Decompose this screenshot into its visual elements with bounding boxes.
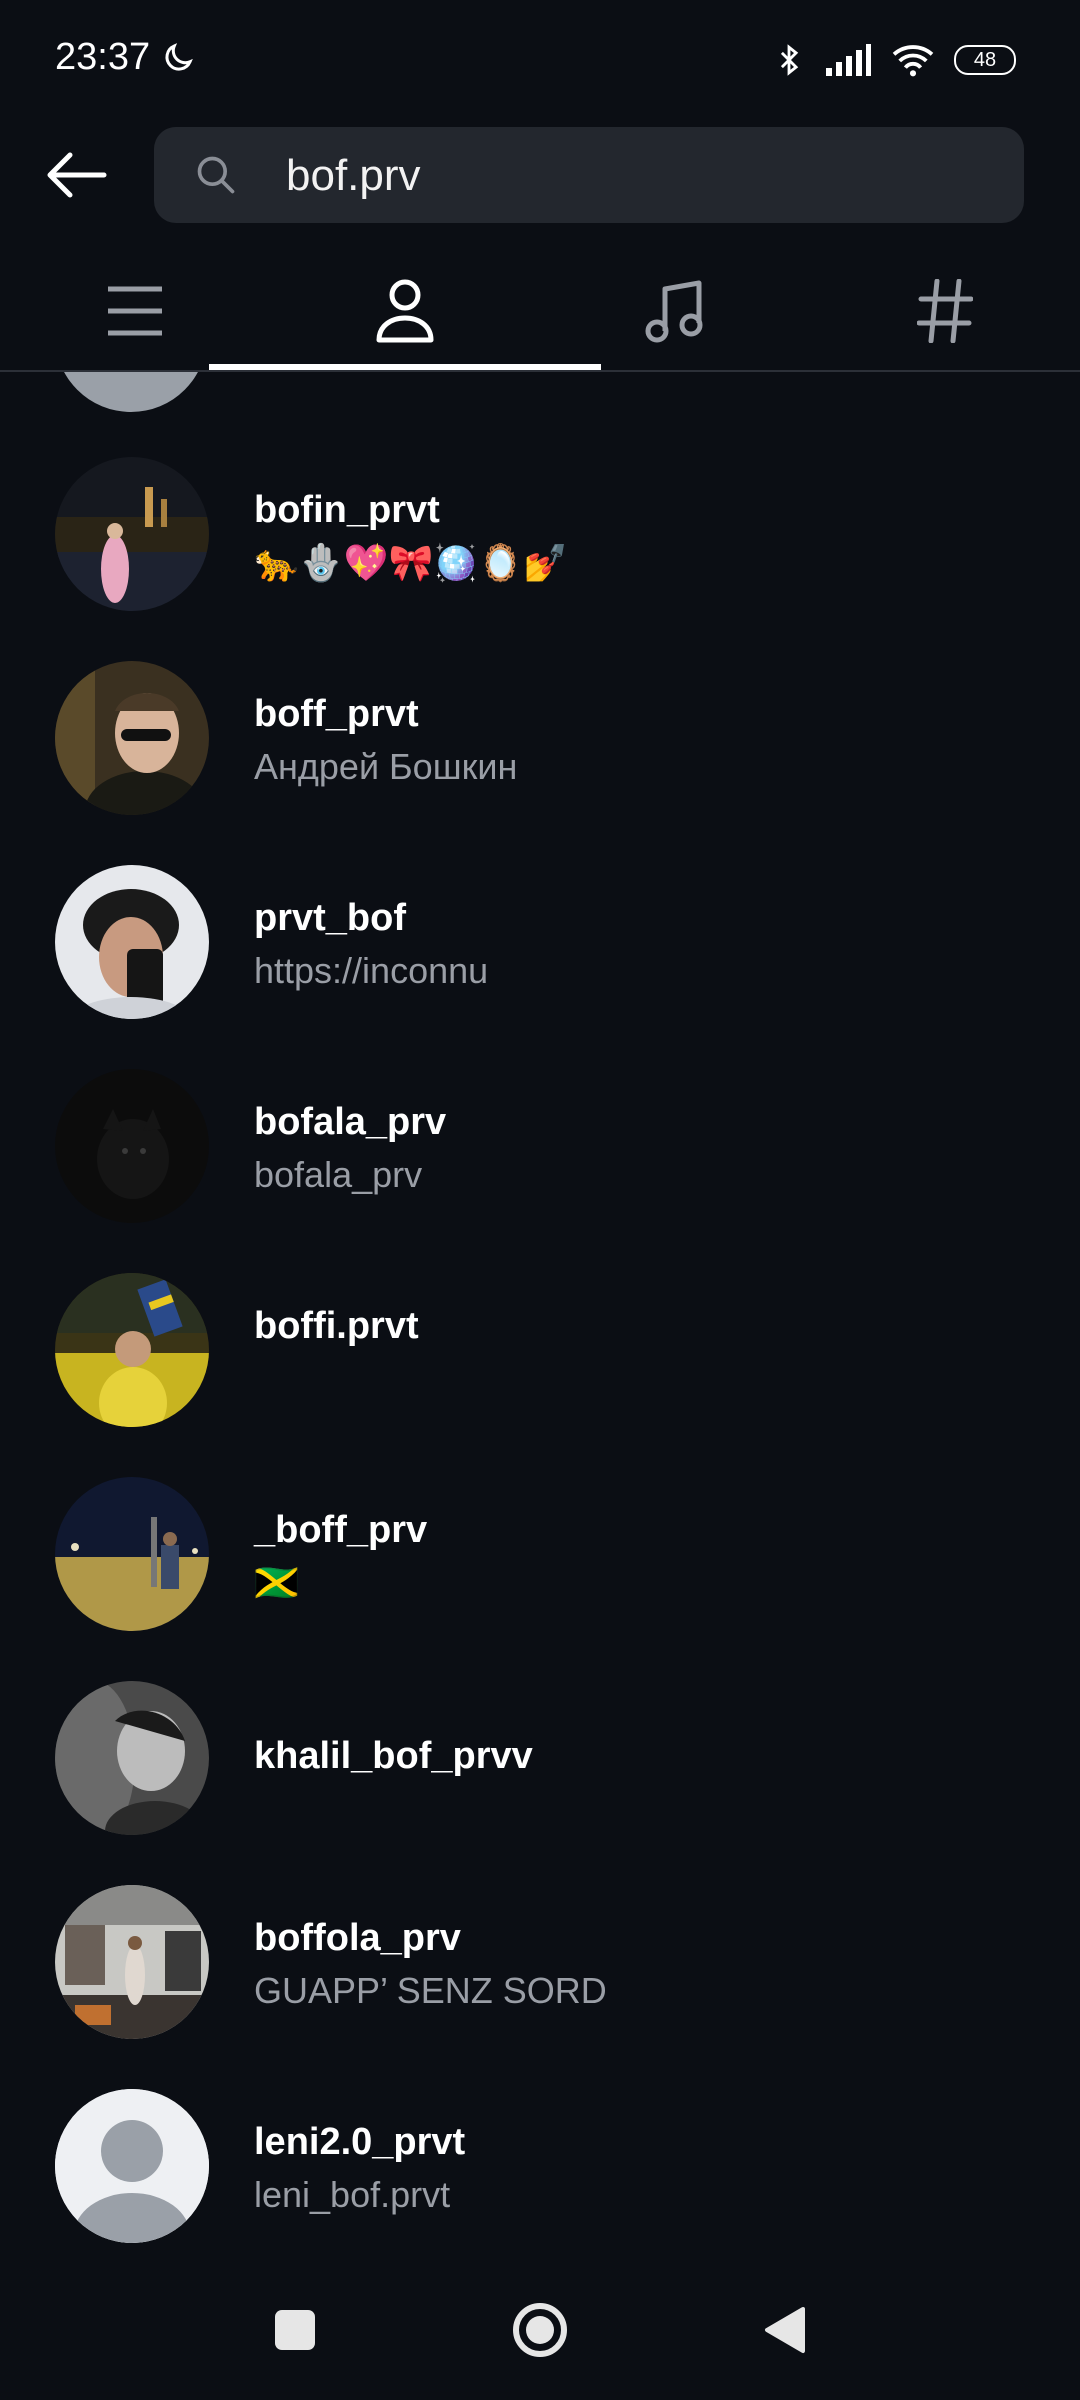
list-item[interactable]: bofin_prvt 🐆🪬💖🎀🪩🪞💅: [0, 433, 1080, 633]
moon-icon: [165, 42, 193, 71]
hashtag-icon: [917, 279, 973, 343]
person-icon: [376, 279, 434, 343]
avatar: [55, 1681, 209, 1835]
list-item[interactable]: leni2.0_prvt leni_bof.prvt: [0, 2065, 1080, 2265]
avatar: [55, 457, 209, 611]
status-bar: 23:37 48: [0, 0, 1080, 120]
avatar: [55, 1069, 209, 1223]
list-item[interactable]: boff_prvt Андрей Бошкин: [0, 637, 1080, 837]
username: _boff_prv: [254, 1509, 428, 1551]
bluetooth-icon: [780, 44, 799, 76]
list-item[interactable]: bofala_prv bofala_prv: [0, 1045, 1080, 1245]
battery-level: 48: [973, 48, 997, 71]
avatar: [55, 661, 209, 815]
home-button[interactable]: [500, 2290, 580, 2370]
system-nav-bar: [0, 2270, 1080, 2400]
search-query[interactable]: bof.prv: [286, 151, 421, 201]
tab-top[interactable]: [60, 250, 210, 372]
username: leni2.0_prvt: [254, 2121, 466, 2163]
tab-accounts[interactable]: [209, 250, 601, 372]
username: bofin_prvt: [254, 489, 440, 531]
username: prvt_bof: [254, 897, 406, 939]
battery-icon: 48: [954, 45, 1016, 75]
recents-button[interactable]: [255, 2290, 335, 2370]
tab-audio[interactable]: [600, 250, 750, 372]
full-name: Андрей Бошкин: [254, 746, 518, 787]
list-item[interactable]: _boff_prv 🇯🇲: [0, 1453, 1080, 1653]
back-nav-button[interactable]: [745, 2290, 825, 2370]
avatar: [55, 372, 207, 412]
avatar: [55, 1477, 209, 1631]
triangle-back-icon: [765, 2307, 805, 2353]
arrow-left-icon: [47, 152, 107, 198]
list-item[interactable]: boffi.prvt: [0, 1249, 1080, 1449]
avatar: [55, 1885, 209, 2039]
username: boffola_prv: [254, 1917, 461, 1959]
list-item-partial[interactable]: [0, 372, 1080, 412]
username: boffi.prvt: [254, 1305, 419, 1347]
search-header: bof.prv: [0, 125, 1080, 225]
list-item[interactable]: prvt_bof https://inconnu: [0, 841, 1080, 1041]
list-item[interactable]: khalil_bof_prvv: [0, 1657, 1080, 1857]
search-tabs: [0, 250, 1080, 372]
circle-icon: [513, 2303, 567, 2357]
tab-tags[interactable]: [870, 250, 1020, 372]
square-icon: [275, 2310, 315, 2350]
status-time: 23:37: [55, 36, 196, 79]
list-item[interactable]: boffola_prv GUAPP’ SENZ SORD: [0, 1861, 1080, 2061]
search-input[interactable]: bof.prv: [154, 127, 1024, 223]
bio: 🐆🪬💖🎀🪩🪞💅: [254, 543, 568, 584]
avatar: [55, 1273, 209, 1427]
avatar: [55, 2089, 209, 2243]
username: boff_prvt: [254, 693, 419, 735]
wifi-icon: [892, 45, 934, 77]
status-icons: 48: [772, 40, 1016, 80]
username: khalil_bof_prvv: [254, 1735, 533, 1777]
full-name: leni_bof.prvt: [254, 2174, 451, 2215]
clock-label: 23:37: [55, 36, 151, 78]
default-avatar-icon: [55, 2089, 209, 2243]
username: bofala_prv: [254, 1101, 447, 1143]
back-button[interactable]: [40, 143, 112, 207]
full-name: GUAPP’ SENZ SORD: [254, 1970, 607, 2011]
list-icon: [108, 286, 162, 336]
avatar: [55, 865, 209, 1019]
search-icon: [197, 156, 235, 194]
music-note-icon: [645, 280, 703, 343]
bio-link: https://inconnu: [254, 950, 489, 991]
bio: 🇯🇲: [254, 1563, 299, 1604]
signal-icon: [826, 44, 871, 76]
full-name: bofala_prv: [254, 1154, 423, 1195]
